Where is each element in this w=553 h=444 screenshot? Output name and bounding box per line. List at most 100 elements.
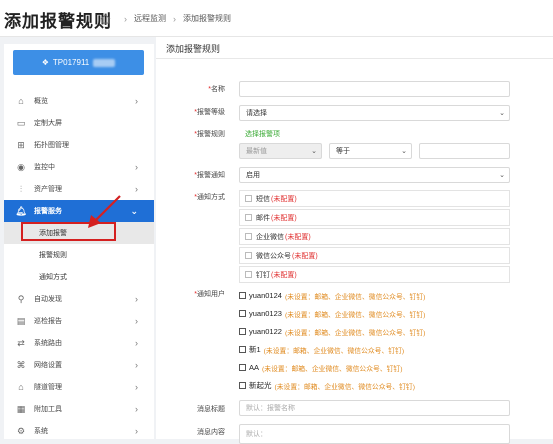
checkbox[interactable] [245, 214, 252, 221]
user-row[interactable]: 新1 (未设置：邮箱、企业微信、微信公众号、钉钉) [239, 341, 510, 358]
notify-label: *报警通知 [194, 172, 225, 179]
sidebar-item-overview[interactable]: ⌂ 概览 › [4, 90, 154, 112]
top-bar: 添加报警规则 › 远程监测 › 添加报警规则 [0, 0, 553, 37]
method-row[interactable]: 企业微信 (未配置) [239, 228, 510, 245]
msg-title-input[interactable]: 默认：报警名称 [239, 400, 510, 416]
sidebar-item-routing[interactable]: ⇄ 系统路由 › [4, 332, 154, 354]
sidebar-item-monitoring[interactable]: ◉ 监控中 › [4, 156, 154, 178]
chevron-right-icon: › [135, 338, 138, 348]
chevron-right-icon: › [135, 382, 138, 392]
sidebar: ❖ TP017911 ⌂ 概览 › ▭ 定制大屏 ⊞ 拓扑图管理 ◉ 监控中 ›… [4, 44, 154, 439]
device-id: TP017911 [52, 58, 90, 67]
condition-operator-select[interactable]: 等于 ⌄ [329, 143, 412, 159]
method-row[interactable]: 邮件 (未配置) [239, 209, 510, 226]
user-row[interactable]: yuan0122 (未设置：邮箱、企业微信、微信公众号、钉钉) [239, 323, 510, 340]
sidebar-item-assets[interactable]: ⫶ 资产管理 › [4, 178, 154, 200]
device-icon: ❖ [41, 58, 49, 67]
level-select[interactable]: 请选择 ⌄ [239, 105, 510, 121]
sidebar-item-topology[interactable]: ⊞ 拓扑图管理 [4, 134, 154, 156]
checkbox[interactable] [239, 382, 246, 389]
sidebar-item-label: 监控中 [34, 164, 55, 171]
chevron-right-icon: › [135, 426, 138, 436]
chevron-down-icon: ⌄ [130, 205, 138, 216]
device-selector-button[interactable]: ❖ TP017911 [13, 50, 144, 75]
page-title: 添加报警规则 [4, 12, 112, 31]
monitor-icon: ▭ [16, 117, 26, 128]
home-icon: ⌂ [18, 96, 24, 106]
user-row[interactable]: yuan0124 (未设置：邮箱、企业微信、微信公众号、钉钉) [239, 287, 510, 304]
sidebar-item-label: 定制大屏 [34, 120, 62, 127]
method-row[interactable]: 短信 (未配置) [239, 190, 510, 207]
chevron-down-icon: ⌄ [499, 172, 505, 179]
breadcrumb-item[interactable]: 远程监测 [134, 13, 166, 24]
sidebar-item-tunnel[interactable]: ⌂ 隧道管理 › [4, 376, 154, 398]
submenu-alarm-rules[interactable]: 报警规则 [4, 244, 154, 266]
topology-icon: ⊞ [17, 139, 25, 150]
level-label: *报警等级 [194, 109, 225, 116]
annotation-arrow-icon [88, 195, 121, 228]
redacted-text [93, 58, 116, 67]
checkbox[interactable] [239, 346, 246, 353]
checkbox[interactable] [239, 310, 246, 317]
sidebar-item-label: 系统路由 [34, 340, 62, 347]
chevron-right-icon: › [124, 13, 127, 24]
submenu-notify-methods[interactable]: 通知方式 [4, 266, 154, 288]
chevron-right-icon: › [135, 162, 138, 172]
user-row[interactable]: 新起光 (未设置：邮箱、企业微信、微信公众号、钉钉) [239, 377, 510, 394]
user-label: *通知用户 [194, 291, 225, 298]
sidebar-item-inspection[interactable]: ▤ 巡检报告 › [4, 310, 154, 332]
sidebar-item-label: 隧道管理 [34, 384, 62, 391]
rule-label: *报警规则 [194, 131, 225, 138]
sliders-icon: ⫶ [19, 183, 23, 194]
condition-value-input[interactable] [419, 143, 510, 159]
chevron-down-icon: ⌄ [499, 110, 505, 117]
notify-select[interactable]: 启用 ⌄ [239, 167, 510, 183]
user-row[interactable]: AA (未设置：邮箱、企业微信、微信公众号、钉钉) [239, 359, 510, 376]
sidebar-item-label: 拓扑图管理 [34, 142, 69, 149]
chevron-right-icon: › [173, 13, 176, 24]
name-label: *名称 [208, 86, 225, 93]
sidebar-item-label: 报警服务 [34, 208, 62, 215]
method-row[interactable]: 微信公众号 (未配置) [239, 247, 510, 264]
msg-body-input[interactable]: 默认： [239, 424, 510, 444]
checkbox[interactable] [245, 271, 252, 278]
chevron-down-icon: ⌄ [311, 148, 317, 155]
checkbox[interactable] [239, 328, 246, 335]
gear-icon: ⚙ [16, 425, 26, 436]
checkbox[interactable] [239, 364, 246, 371]
tunnel-icon: ⌂ [18, 382, 24, 392]
home-icon[interactable] [100, 13, 111, 24]
sidebar-item-label: 巡检报告 [34, 318, 62, 325]
sidebar-item-network[interactable]: ⌘ 网络设置 › [4, 354, 154, 376]
chevron-right-icon: › [135, 404, 138, 414]
select-alarm-item-link[interactable]: 选择报警项 [245, 129, 280, 139]
search-icon: ⚲ [17, 293, 25, 304]
checkbox[interactable] [245, 233, 252, 240]
breadcrumb-item: 添加报警规则 [183, 14, 231, 23]
sidebar-item-label: 系统 [34, 428, 48, 435]
chevron-right-icon: › [135, 184, 138, 194]
tools-icon: ▦ [16, 403, 26, 414]
method-row[interactable]: 钉钉 (未配置) [239, 266, 510, 283]
sidebar-item-label: 概览 [34, 98, 48, 105]
breadcrumb: › 远程监测 › 添加报警规则 [100, 13, 231, 24]
user-row[interactable]: yuan0123 (未设置：邮箱、企业微信、微信公众号、钉钉) [239, 305, 510, 322]
sidebar-item-tools[interactable]: ▦ 附加工具 › [4, 398, 154, 420]
sidebar-item-auto-discovery[interactable]: ⚲ 自动发现 › [4, 288, 154, 310]
panel-title: 添加报警规则 [166, 44, 221, 54]
condition-metric-select[interactable]: 最新值 ⌄ [239, 143, 322, 159]
msg-title-label: 消息标题 [197, 406, 225, 413]
sidebar-item-alarm-service[interactable]: 🔔︎ 报警服务 ⌄ [4, 200, 154, 222]
chevron-down-icon: ⌄ [401, 148, 407, 155]
chevron-right-icon: › [135, 294, 138, 304]
name-input[interactable] [239, 81, 510, 97]
checkbox[interactable] [245, 252, 252, 259]
checkbox[interactable] [239, 292, 246, 299]
bell-icon: 🔔︎ [15, 205, 27, 216]
submenu-label: 报警规则 [39, 252, 67, 259]
checkbox[interactable] [245, 195, 252, 202]
sidebar-item-custom-screen[interactable]: ▭ 定制大屏 [4, 112, 154, 134]
sidebar-item-label: 资产管理 [34, 186, 62, 193]
method-label: *通知方式 [194, 194, 225, 201]
report-icon: ▤ [16, 315, 26, 326]
